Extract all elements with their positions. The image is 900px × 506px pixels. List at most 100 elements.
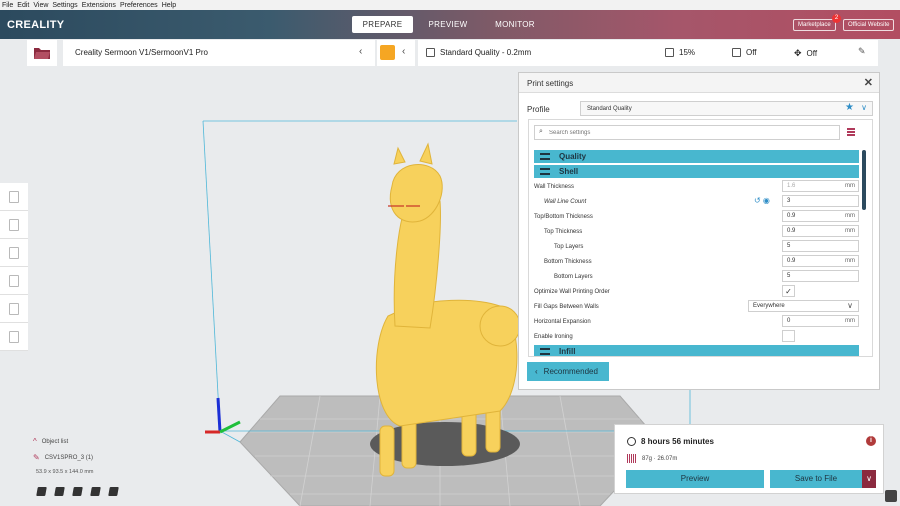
right-view-icon[interactable] — [108, 487, 119, 496]
menu-help[interactable]: Help — [162, 2, 176, 9]
printer-selector[interactable]: Creality Sermoon V1/SermoonV1 Pro ‹ — [63, 40, 375, 66]
left-view-icon[interactable] — [90, 487, 101, 496]
star-icon[interactable]: ★ — [845, 102, 854, 113]
fill-gaps-dropdown[interactable]: Everywhere ∨ — [748, 300, 859, 312]
menu-preferences[interactable]: Preferences — [120, 2, 158, 9]
tab-prepare[interactable]: PREPARE — [352, 16, 413, 33]
setting-label: Enable Ironing — [534, 334, 573, 340]
settings-header: Print settings ✕ — [519, 73, 879, 93]
print-settings-bar[interactable]: Standard Quality - 0.2mm 15% Off ✥ Off ✎ — [418, 40, 878, 66]
horizontal-expansion-field[interactable]: 0 mm — [782, 315, 859, 327]
info-icon[interactable]: i — [866, 436, 876, 446]
support-blocker-icon — [9, 330, 19, 343]
top-bottom-thickness-field[interactable]: 0.9 mm — [782, 210, 859, 222]
reset-icon[interactable]: ↺ ◉ — [754, 196, 770, 205]
bottom-layers-field[interactable]: 5 — [782, 270, 859, 282]
open-file-button[interactable] — [27, 40, 57, 66]
quality-setting[interactable]: Standard Quality - 0.2mm — [426, 48, 531, 57]
close-icon[interactable]: ✕ — [864, 76, 873, 89]
chevron-down-icon: ∨ — [847, 301, 853, 310]
menu-bar: File Edit View Settings Extensions Prefe… — [0, 0, 900, 10]
recommended-button[interactable]: ‹ Recommended — [527, 362, 609, 381]
save-to-file-button[interactable]: Save to File — [770, 470, 862, 488]
material-selector[interactable]: ‹ — [377, 40, 415, 66]
edit-icon[interactable]: ✎ — [858, 46, 866, 57]
profile-value: Standard Quality — [587, 106, 632, 112]
setting-label: Optimize Wall Printing Order — [534, 289, 610, 295]
top-view-icon[interactable] — [72, 487, 83, 496]
setting-wall-thickness: Wall Thickness 1.6 mm — [529, 180, 859, 194]
scale-icon — [9, 218, 19, 231]
settings-list[interactable]: ⌕ Quality Shell Wall Thickness 1.6mm Wal… — [528, 119, 873, 357]
menu-extensions[interactable]: Extensions — [82, 2, 116, 9]
spool-icon — [627, 454, 636, 463]
marketplace-badge: 2 — [832, 14, 841, 23]
mirror-tool-button[interactable] — [0, 267, 28, 295]
profile-label: Profile — [527, 105, 550, 114]
rotate-icon — [9, 246, 19, 259]
search-field[interactable]: ⌕ — [534, 125, 840, 140]
setting-wall-line-count: Wall Line Count ↺ ◉ 3 — [529, 195, 859, 209]
wall-thickness-field[interactable]: 1.6 mm — [782, 180, 859, 192]
settings-menu-icon[interactable] — [847, 128, 855, 137]
support-blocker-button[interactable] — [0, 323, 28, 351]
top-thickness-field[interactable]: 0.9 mm — [782, 225, 859, 237]
creality-logo: CREALITY — [7, 19, 65, 31]
marketplace-button[interactable]: Marketplace — [793, 19, 836, 31]
support-setting[interactable]: Off — [732, 48, 757, 57]
menu-settings[interactable]: Settings — [52, 2, 77, 9]
setting-enable-ironing: Enable Ironing — [529, 330, 859, 344]
rotate-tool-button[interactable] — [0, 239, 28, 267]
enable-ironing-checkbox[interactable] — [782, 330, 795, 342]
optimize-wall-order-checkbox[interactable]: ✓ — [782, 285, 795, 297]
bottom-thickness-field[interactable]: 0.9 mm — [782, 255, 859, 267]
tab-preview[interactable]: PREVIEW — [420, 16, 476, 33]
object-item[interactable]: ✎ CSV1SPRO_3 (1) — [33, 453, 93, 462]
printer-name: Creality Sermoon V1/SermoonV1 Pro — [75, 48, 208, 57]
settings-scrollbar[interactable] — [862, 150, 866, 210]
official-website-button[interactable]: Official Website — [843, 19, 895, 31]
3d-view-icon[interactable] — [36, 487, 47, 496]
per-model-settings-button[interactable] — [0, 295, 28, 323]
front-view-icon[interactable] — [54, 487, 65, 496]
category-quality[interactable]: Quality — [534, 150, 859, 163]
tab-monitor[interactable]: MONITOR — [488, 16, 542, 33]
app-corner-icon[interactable] — [885, 490, 897, 502]
setting-label: Wall Line Count — [544, 199, 587, 205]
per-model-icon — [9, 302, 19, 315]
setting-label: Wall Thickness — [534, 184, 575, 190]
z-axis — [216, 397, 222, 433]
menu-file[interactable]: File — [2, 2, 13, 9]
scale-tool-button[interactable] — [0, 211, 28, 239]
shell-icon — [540, 168, 550, 175]
print-time: 8 hours 56 minutes — [627, 437, 714, 446]
chevron-left-icon: ‹ — [535, 367, 538, 376]
category-label: Infill — [559, 347, 576, 356]
mirror-icon — [9, 274, 19, 287]
profile-dropdown[interactable]: Standard Quality ★ ∨ — [580, 101, 873, 116]
search-input[interactable] — [549, 128, 829, 138]
tool-column — [0, 183, 28, 351]
clock-icon — [627, 437, 636, 446]
wall-line-count-field[interactable]: 3 — [782, 195, 859, 207]
layers-icon — [426, 48, 435, 57]
menu-view[interactable]: View — [33, 2, 48, 9]
move-tool-button[interactable] — [0, 183, 28, 211]
print-time-value: 8 hours 56 minutes — [641, 437, 714, 446]
infill-setting[interactable]: 15% — [665, 48, 695, 57]
menu-edit[interactable]: Edit — [17, 2, 29, 9]
category-shell[interactable]: Shell — [534, 165, 859, 178]
setting-bottom-layers: Bottom Layers 5 — [529, 270, 859, 284]
top-layers-field[interactable]: 5 — [782, 240, 859, 252]
category-infill[interactable]: Infill — [534, 345, 859, 356]
move-icon — [9, 190, 19, 203]
support-icon — [732, 48, 741, 57]
chevron-down-icon[interactable]: ∨ — [862, 470, 876, 488]
adhesion-icon: ✥ — [794, 48, 802, 58]
adhesion-setting[interactable]: ✥ Off — [794, 48, 817, 59]
preview-button[interactable]: Preview — [626, 470, 764, 488]
category-label: Shell — [559, 167, 579, 176]
object-list-toggle[interactable]: ^ Object list — [33, 437, 93, 446]
setting-top-thickness: Top Thickness 0.9 mm — [529, 225, 859, 239]
setting-top-bottom-thickness: Top/Bottom Thickness 0.9 mm — [529, 210, 859, 224]
